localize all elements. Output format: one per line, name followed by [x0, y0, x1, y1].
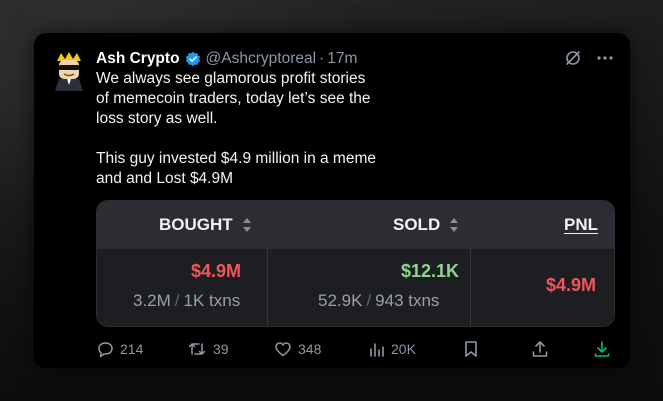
sold-volume-value: 52.9K [318, 291, 363, 310]
bought-volume: 3.2M/1K txns [133, 291, 240, 311]
column-label: PNL [564, 215, 598, 234]
bookmark-icon [465, 341, 477, 357]
sold-amount: $12.1K [401, 261, 460, 281]
like-count: 348 [298, 341, 322, 357]
tweet-card[interactable]: Ash Crypto @Ashcryptoreal · 17m We alway… [34, 33, 630, 368]
tweet-time[interactable]: 17m [327, 50, 357, 68]
sort-icon [242, 218, 251, 232]
column-divider [470, 249, 471, 326]
bought-volume-value: 3.2M [133, 291, 171, 310]
column-header-bought[interactable]: BOUGHT [159, 201, 252, 249]
repost-icon [188, 343, 206, 355]
bought-amount: $4.9M [191, 261, 242, 281]
tweet-header: Ash Crypto @Ashcryptoreal · 17m [96, 48, 610, 70]
sort-icon [450, 218, 459, 232]
column-label: SOLD [393, 215, 441, 234]
share-icon [532, 341, 548, 357]
column-header-pnl[interactable]: PNL [564, 201, 598, 249]
pnl-amount: $4.9M [546, 275, 597, 295]
bought-txns: 1K txns [183, 291, 241, 310]
tweet-text-line: and and Lost $4.9M [96, 170, 234, 187]
views-button[interactable]: 20K [369, 338, 416, 360]
tweet-action-bar: 214 39 348 20K [96, 338, 616, 360]
repost-count: 39 [213, 341, 229, 357]
author-name[interactable]: Ash Crypto [96, 50, 180, 68]
share-button[interactable] [531, 338, 549, 360]
like-icon [275, 342, 291, 357]
views-count: 20K [391, 341, 416, 357]
sold-txns: 943 txns [375, 291, 440, 310]
verified-badge-icon [185, 51, 200, 67]
embed-data-row: $4.9M 3.2M/1K txns $12.1K 52.9K/943 txns… [97, 249, 614, 326]
bookmark-button[interactable] [463, 338, 479, 360]
repost-button[interactable]: 39 [187, 338, 229, 360]
embedded-image[interactable]: BOUGHT SOLD PNL $4.9M 3.2M/1K txns $12.1… [96, 200, 615, 327]
tweet-text-line: of memecoin traders, today let’s see the [96, 90, 371, 107]
reply-count: 214 [120, 341, 144, 357]
embed-header-row: BOUGHT SOLD PNL [97, 201, 614, 249]
tweet-text-line: We always see glamorous profit stories [96, 70, 366, 87]
tweet-text-line: loss story as well. [96, 110, 218, 127]
grok-icon[interactable] [564, 49, 582, 67]
column-label: BOUGHT [159, 215, 233, 234]
views-icon [370, 343, 384, 357]
download-icon [594, 341, 610, 357]
reply-button[interactable]: 214 [96, 338, 143, 360]
top-actions [564, 49, 614, 67]
column-header-sold[interactable]: SOLD [393, 201, 459, 249]
tweet-text: We always see glamorous profit stories o… [96, 69, 396, 189]
author-handle[interactable]: @Ashcryptoreal [206, 50, 317, 68]
header-separator: · [319, 50, 325, 67]
more-icon[interactable] [596, 49, 614, 67]
download-button[interactable] [593, 338, 611, 360]
tweet-text-line: This guy invested $4.9 million in a meme [96, 150, 376, 167]
column-divider [267, 249, 268, 326]
slash-separator: / [366, 291, 372, 310]
sold-volume: 52.9K/943 txns [318, 291, 439, 311]
reply-icon [98, 342, 113, 358]
avatar[interactable] [51, 51, 87, 91]
like-button[interactable]: 348 [274, 338, 321, 360]
slash-separator: / [174, 291, 180, 310]
